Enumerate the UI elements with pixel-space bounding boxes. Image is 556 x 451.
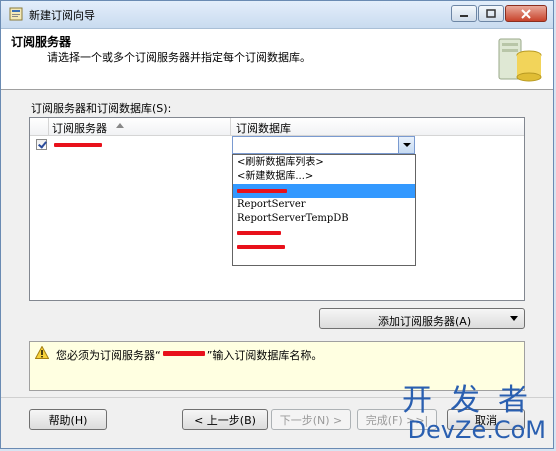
redacted-subscriber-name: [54, 143, 102, 147]
watermark-line1: 开发者: [402, 383, 546, 418]
add-subscriber-label: 添加订阅服务器(A): [378, 315, 472, 328]
wizard-app-icon: [9, 7, 23, 21]
redacted-database-name: [237, 189, 287, 193]
sort-ascending-icon: [116, 123, 124, 128]
chevron-down-icon[interactable]: [398, 137, 414, 153]
subscription-database-combobox[interactable]: [232, 136, 415, 154]
maximize-button[interactable]: [478, 5, 504, 22]
redacted-database-name: [237, 245, 285, 249]
wizard-window: 新建订阅向导 订阅服务器 请选择一个或多个订阅服务器并指定每个订阅数据库。 订阅…: [0, 0, 554, 449]
add-subscriber-button[interactable]: 添加订阅服务器(A): [319, 308, 525, 329]
column-header-database[interactable]: 订阅数据库: [236, 120, 291, 136]
grid-header: 订阅服务器 订阅数据库: [30, 118, 524, 136]
message-text-part1: 您必须为订阅服务器“: [56, 349, 161, 362]
message-text-part2: ”输入订阅数据库名称。: [206, 349, 323, 362]
database-server-icon: [498, 38, 542, 82]
page-description: 请选择一个或多个订阅服务器并指定每个订阅数据库。: [47, 51, 311, 64]
subscriber-row-checkbox[interactable]: [36, 139, 47, 150]
site-watermark: 开发者 DevZe.CoM: [396, 385, 546, 447]
subscribers-grid: 订阅服务器 订阅数据库 <刷新数据库列表> <新建数据库...> ReportS…: [29, 117, 525, 301]
minimize-button[interactable]: [451, 5, 477, 22]
dropdown-item-redacted-1[interactable]: [233, 226, 415, 240]
dropdown-item-reportserver[interactable]: ReportServer: [233, 198, 415, 212]
close-button[interactable]: [505, 5, 547, 22]
minimize-icon: [460, 14, 468, 17]
watermark-line2: DevZe.CoM: [407, 416, 546, 444]
maximize-icon: [486, 9, 496, 18]
dropdown-arrow-icon: [510, 316, 518, 321]
warning-icon: [35, 346, 49, 359]
help-button[interactable]: 帮助(H): [29, 409, 107, 430]
redacted-database-name: [237, 231, 281, 235]
redacted-subscriber-name: [162, 351, 205, 356]
dropdown-item-selected[interactable]: [233, 184, 415, 198]
wizard-header: 订阅服务器 请选择一个或多个订阅服务器并指定每个订阅数据库。: [1, 29, 553, 90]
message-text: 您必须为订阅服务器“ ”输入订阅数据库名称。: [56, 347, 322, 363]
subscribers-section-label: 订阅服务器和订阅数据库(S):: [31, 102, 172, 115]
back-button[interactable]: < 上一步(B): [182, 409, 268, 430]
dropdown-item-reportservertempdb[interactable]: ReportServerTempDB: [233, 212, 415, 226]
next-button[interactable]: 下一步(N) >: [271, 409, 351, 430]
dropdown-item-new-database[interactable]: <新建数据库...>: [233, 170, 415, 184]
window-title: 新建订阅向导: [29, 9, 95, 22]
page-title: 订阅服务器: [11, 35, 72, 49]
title-bar: 新建订阅向导: [1, 1, 553, 29]
database-dropdown-list: <刷新数据库列表> <新建数据库...> ReportServer Report…: [232, 154, 416, 266]
dropdown-item-refresh[interactable]: <刷新数据库列表>: [233, 156, 415, 170]
column-header-subscriber[interactable]: 订阅服务器: [52, 120, 107, 136]
dropdown-item-redacted-2[interactable]: [233, 240, 415, 254]
close-icon: [521, 8, 531, 19]
